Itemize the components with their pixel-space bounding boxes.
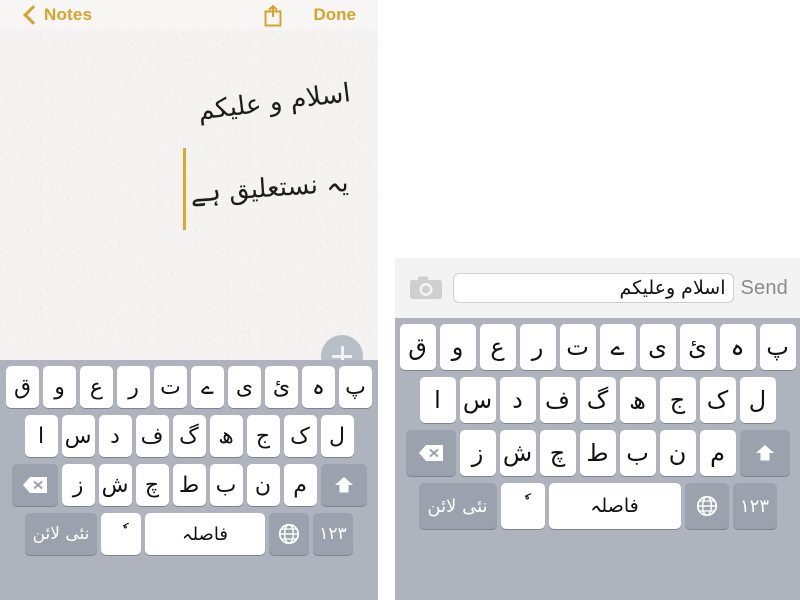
back-button-label: Notes (44, 5, 93, 24)
keyboard-row-4: ۱۲۳ فاصلہٗنئی لائن (398, 483, 797, 529)
messaging-app-panel: اسلام وعلیکم Send پہئیےترعوق لکجھگفدسا منب… (395, 258, 800, 600)
letter-key-ا[interactable]: ا (419, 377, 456, 423)
backspace-icon (418, 445, 443, 461)
back-to-notes-button[interactable]: Notes (23, 5, 93, 25)
letter-key-ن[interactable]: ن (659, 430, 696, 476)
letter-key-پ[interactable]: پ (339, 366, 372, 408)
message-compose-bar: اسلام وعلیکم Send (395, 258, 800, 318)
letter-key-چ[interactable]: چ (539, 430, 576, 476)
keyboard-row-4: ۱۲۳ فاصلہٗنئی لائن (3, 513, 375, 555)
letter-key-ئ[interactable]: ئ (265, 366, 298, 408)
letter-key-د[interactable]: د (499, 377, 536, 423)
message-input-value: اسلام وعلیکم (619, 277, 726, 299)
keyboard-row-1: پہئیےترعوق (398, 324, 797, 370)
space-key[interactable]: فاصلہ (548, 483, 681, 529)
note-text-line-2: یہ نستعلیق ہے (188, 168, 350, 210)
send-button[interactable]: Send (740, 277, 788, 300)
letter-key-ن[interactable]: ن (246, 464, 280, 506)
letter-key-ب[interactable]: ب (619, 430, 656, 476)
letter-key-ط[interactable]: ط (579, 430, 616, 476)
letter-key-ق[interactable]: ق (6, 366, 39, 408)
backspace-icon (22, 477, 47, 493)
letter-key-ز[interactable]: ز (459, 430, 496, 476)
done-button[interactable]: Done (314, 5, 357, 25)
letter-key-و[interactable]: و (439, 324, 476, 370)
letter-key-س[interactable]: س (61, 415, 95, 457)
letter-key-ز[interactable]: ز (61, 464, 95, 506)
letter-key-م[interactable]: م (283, 464, 317, 506)
note-text-line-1: اسلام و علیکم (195, 78, 352, 127)
shift-arrow-up-icon (755, 445, 774, 461)
letter-key-ھ[interactable]: ھ (209, 415, 243, 457)
share-icon[interactable] (262, 4, 284, 27)
letter-key-ئ[interactable]: ئ (679, 324, 716, 370)
letter-key-م[interactable]: م (699, 430, 736, 476)
letter-key-ع[interactable]: ع (479, 324, 516, 370)
letter-key-ش[interactable]: ش (499, 430, 536, 476)
letter-key-ک[interactable]: ک (283, 415, 317, 457)
letter-key-ی[interactable]: ی (639, 324, 676, 370)
letter-key-ط[interactable]: ط (172, 464, 206, 506)
letter-key-ا[interactable]: ا (24, 415, 58, 457)
letter-key-ر[interactable]: ر (519, 324, 556, 370)
numeric-mode-key[interactable]: ۱۲۳ (732, 483, 777, 529)
letter-key-ل[interactable]: ل (739, 377, 776, 423)
letter-key-چ[interactable]: چ (135, 464, 169, 506)
return-key[interactable]: نئی لائن (418, 483, 497, 529)
note-canvas[interactable]: اسلام و علیکم یہ نستعلیق ہے (0, 30, 378, 377)
keyboard-row-2: لکجھگفدسا (398, 377, 797, 423)
letter-key-س[interactable]: س (459, 377, 496, 423)
letter-key-ی[interactable]: ی (228, 366, 261, 408)
letter-key-ج[interactable]: ج (246, 415, 280, 457)
letter-key-ت[interactable]: ت (559, 324, 596, 370)
backspace-key[interactable] (11, 464, 58, 506)
shift-arrow-up-icon (334, 477, 353, 493)
chevron-left-icon (23, 5, 43, 25)
letter-key-ق[interactable]: ق (399, 324, 436, 370)
letter-key-ہ[interactable]: ہ (719, 324, 756, 370)
notes-navigation-bar: Notes Done (0, 0, 378, 30)
letter-key-د[interactable]: د (98, 415, 132, 457)
globe-icon (278, 523, 300, 545)
letter-key-ھ[interactable]: ھ (619, 377, 656, 423)
globe-key[interactable] (269, 513, 309, 555)
backspace-key[interactable] (405, 430, 456, 476)
keyboard-row-3: منبطچشز (398, 430, 797, 476)
letter-key-ش[interactable]: ش (98, 464, 132, 506)
letter-key-ے[interactable]: ے (599, 324, 636, 370)
camera-icon[interactable] (409, 275, 443, 301)
letter-key-ب[interactable]: ب (209, 464, 243, 506)
letter-key-و[interactable]: و (43, 366, 76, 408)
globe-key[interactable] (684, 483, 729, 529)
letter-key-ہ[interactable]: ہ (302, 366, 335, 408)
letter-key-ع[interactable]: ع (80, 366, 113, 408)
diacritic-key[interactable]: ٗ (500, 483, 545, 529)
letter-key-گ[interactable]: گ (172, 415, 206, 457)
keyboard-row-2: لکجھگفدسا (3, 415, 375, 457)
return-key[interactable]: نئی لائن (25, 513, 97, 555)
globe-icon (696, 495, 717, 517)
text-cursor (183, 148, 186, 230)
message-input-field[interactable]: اسلام وعلیکم (453, 273, 735, 303)
urdu-keyboard-messaging[interactable]: پہئیےترعوقلکجھگفدسامنبطچشز۱۲۳فاصلہٗنئی ل… (395, 318, 800, 600)
letter-key-ف[interactable]: ف (539, 377, 576, 423)
space-key[interactable]: فاصلہ (145, 513, 265, 555)
urdu-keyboard-notes[interactable]: پہئیےترعوقلکجھگفدسامنبطچشز۱۲۳فاصلہٗنئی ل… (0, 360, 378, 600)
letter-key-ر[interactable]: ر (117, 366, 150, 408)
keyboard-row-1: پہئیےترعوق (3, 366, 375, 408)
letter-key-ت[interactable]: ت (154, 366, 187, 408)
letter-key-ف[interactable]: ف (135, 415, 169, 457)
letter-key-ج[interactable]: ج (659, 377, 696, 423)
letter-key-ک[interactable]: ک (699, 377, 736, 423)
letter-key-پ[interactable]: پ (759, 324, 796, 370)
numeric-mode-key[interactable]: ۱۲۳ (313, 513, 353, 555)
diacritic-key[interactable]: ٗ (101, 513, 141, 555)
notes-app-panel: Notes Done اسلام و علیکم یہ نستعلیق ہے پ… (0, 0, 378, 600)
keyboard-row-3: منبطچشز (3, 464, 375, 506)
shift-key[interactable] (320, 464, 367, 506)
letter-key-گ[interactable]: گ (579, 377, 616, 423)
letter-key-ے[interactable]: ے (191, 366, 224, 408)
letter-key-ل[interactable]: ل (320, 415, 354, 457)
shift-key[interactable] (739, 430, 790, 476)
